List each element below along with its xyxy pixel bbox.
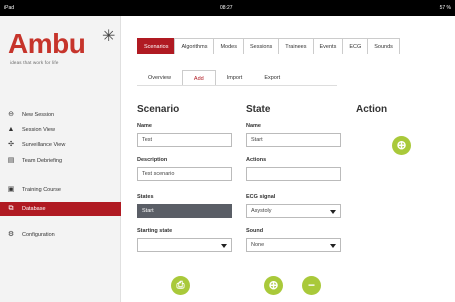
sidebar-item-label: Session View — [22, 127, 55, 133]
surveillance-icon: ✣ — [8, 141, 14, 148]
person-icon: ▲ — [7, 126, 15, 133]
save-scenario-button[interactable]: ⎙ — [171, 276, 190, 295]
ecg-signal-label: ECG signal — [246, 194, 276, 200]
ecg-signal-value: Asystoly — [251, 208, 272, 214]
battery-level: 57 % — [439, 5, 451, 11]
device-label: iPad — [4, 5, 15, 11]
subtab-divider — [137, 85, 337, 86]
scenario-name-input[interactable]: Test — [137, 133, 232, 147]
states-list-item[interactable]: Start — [137, 204, 232, 218]
starting-state-select[interactable] — [137, 238, 232, 252]
tab-modes[interactable]: Modes — [213, 38, 244, 54]
status-bar: iPad 08:27 57 % — [0, 0, 455, 16]
state-heading: State — [246, 104, 271, 115]
starting-state-label: Starting state — [137, 228, 173, 234]
sidebar-item-label: Training Course — [22, 187, 61, 193]
subtab-overview[interactable]: Overview — [137, 70, 182, 86]
sidebar-item-label: New Session — [22, 112, 55, 118]
sidebar-item-label: Team Debriefing — [22, 158, 63, 164]
chevron-down-icon — [330, 210, 336, 214]
add-action-button[interactable]: ⊕ — [392, 136, 411, 155]
tab-scenarios[interactable]: Scenarios — [137, 38, 176, 54]
sidebar: Ambu ✳ ideas that work for life ⊖ New Se… — [0, 16, 121, 302]
sidebar-item-label: Database — [22, 206, 46, 212]
ambu-logo: Ambu ✳ ideas that work for life — [8, 28, 118, 68]
plus-icon: ⊕ — [396, 138, 407, 152]
subtab-import[interactable]: Import — [216, 70, 254, 86]
scenario-heading: Scenario — [137, 104, 180, 115]
sound-value: None — [251, 242, 265, 248]
sidebar-item-training-course[interactable]: ▣ Training Course — [0, 183, 121, 197]
tab-algorithms[interactable]: Algorithms — [174, 38, 215, 54]
brand-name: Ambu — [8, 28, 86, 59]
tab-sounds[interactable]: Sounds — [367, 38, 400, 54]
main-panel: Scenarios Algorithms Modes Sessions Trai… — [121, 16, 455, 302]
new-session-icon: ⊖ — [8, 111, 14, 118]
action-heading: Action — [356, 104, 388, 115]
state-name-label: Name — [246, 123, 261, 129]
sidebar-item-session-view[interactable]: ▲ Session View — [0, 123, 121, 137]
sub-tabs: Overview Add Import Export — [137, 70, 291, 86]
state-actions-input[interactable] — [246, 167, 341, 181]
add-state-button[interactable]: ⊕ — [264, 276, 283, 295]
scenario-name-label: Name — [137, 123, 152, 129]
top-tabs: Scenarios Algorithms Modes Sessions Trai… — [137, 38, 400, 54]
scenario-description-input[interactable]: Test scenario — [137, 167, 232, 181]
scenario-states-label: States — [137, 194, 154, 200]
training-icon: ▣ — [7, 186, 15, 193]
save-icon: ⎙ — [176, 280, 185, 291]
database-icon: ⧉ — [8, 205, 14, 212]
sidebar-item-label: Configuration — [22, 232, 55, 238]
state-name-input[interactable]: Start — [246, 133, 341, 147]
tab-sessions[interactable]: Sessions — [242, 38, 280, 54]
chevron-down-icon — [221, 244, 227, 248]
sidebar-item-new-session[interactable]: ⊖ New Session — [0, 108, 121, 122]
subtab-add[interactable]: Add — [181, 70, 216, 86]
sidebar-item-database[interactable]: ⧉ Database — [0, 202, 121, 216]
configuration-icon: ⚙ — [7, 231, 15, 238]
ecg-signal-select[interactable]: Asystoly — [246, 204, 341, 218]
sidebar-item-configuration[interactable]: ⚙ Configuration — [0, 228, 121, 242]
minus-icon: − — [307, 278, 315, 292]
tab-trainees[interactable]: Trainees — [278, 38, 314, 54]
sidebar-item-surveillance-view[interactable]: ✣ Surveillance View — [0, 138, 121, 152]
tab-ecg[interactable]: ECG — [342, 38, 369, 54]
brand-tagline: ideas that work for life — [10, 60, 59, 65]
chevron-down-icon — [330, 244, 336, 248]
plus-icon: ⊕ — [268, 278, 279, 292]
scenario-description-label: Description — [137, 157, 168, 163]
subtab-export[interactable]: Export — [253, 70, 291, 86]
sidebar-item-label: Surveillance View — [22, 142, 66, 148]
sound-label: Sound — [246, 228, 264, 234]
clipboard-icon: ▤ — [7, 157, 15, 164]
clock: 08:27 — [220, 5, 233, 11]
tab-events[interactable]: Events — [312, 38, 344, 54]
sound-select[interactable]: None — [246, 238, 341, 252]
star-icon: ✳ — [102, 28, 116, 45]
sidebar-item-team-debriefing[interactable]: ▤ Team Debriefing — [0, 154, 121, 168]
remove-state-button[interactable]: − — [302, 276, 321, 295]
state-actions-label: Actions — [246, 157, 267, 163]
app-screen: Ambu ✳ ideas that work for life ⊖ New Se… — [0, 16, 455, 302]
